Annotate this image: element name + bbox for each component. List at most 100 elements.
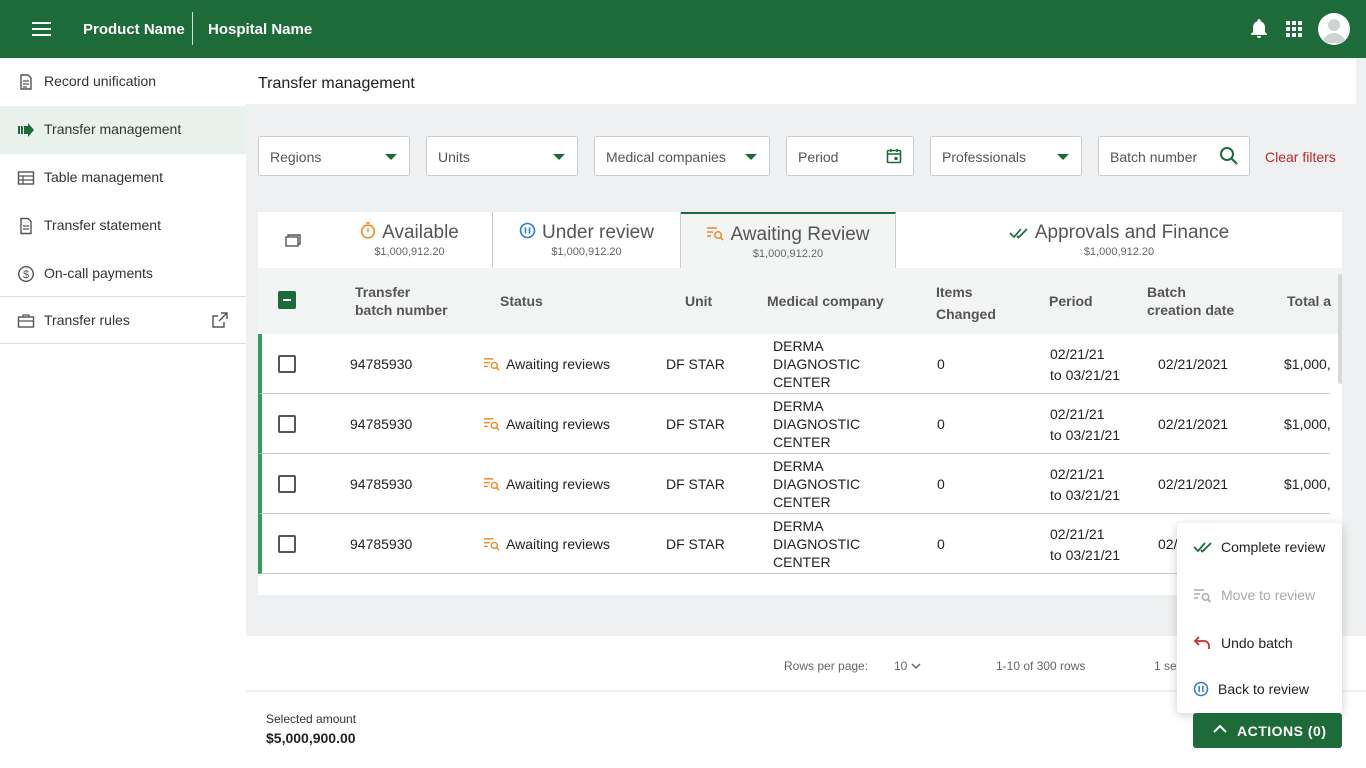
period-to: to 03/21/21: [1050, 487, 1121, 503]
transfer-arrow-icon: [18, 123, 34, 137]
sidebar-item-record-unification[interactable]: Record unification: [0, 58, 246, 106]
chevron-down-icon: [911, 663, 921, 670]
tab-all-batches[interactable]: [258, 212, 328, 268]
table-row[interactable]: 94785930 Awaiting reviews DF STAR DERMA DIAG…: [258, 394, 1331, 454]
regions-select[interactable]: Regions: [258, 136, 410, 176]
hospital-name[interactable]: Hospital Name: [208, 21, 312, 38]
clear-filters-link[interactable]: Clear filters: [1265, 149, 1336, 165]
dropdown-caret-icon: [745, 154, 757, 160]
calendar-icon[interactable]: [886, 148, 902, 164]
row-checkbox[interactable]: [278, 355, 296, 373]
period-cell: 02/21/21 to 03/21/21: [1050, 344, 1120, 386]
row-checkbox[interactable]: [278, 415, 296, 433]
status-cell: Awaiting reviews: [483, 415, 610, 433]
list-search-icon: [484, 538, 500, 551]
col-items-line2: Changed: [936, 306, 996, 322]
sidebar-item-label: Transfer management: [44, 121, 182, 137]
period-cell: 02/21/21 to 03/21/21: [1050, 464, 1120, 506]
col-items-line1: Items: [936, 284, 973, 300]
table-row[interactable]: 94785930 Awaiting reviews DF STAR DERMA DIAG…: [258, 514, 1330, 574]
creation-date-cell: 02/: [1158, 536, 1178, 552]
col-creation-line2: creation date: [1147, 302, 1235, 318]
back-to-review-menu-item[interactable]: Back to review: [1177, 669, 1342, 709]
status-text: Awaiting reviews: [506, 356, 611, 372]
unit-cell: DF STAR: [666, 536, 725, 552]
col-batch-number[interactable]: Transfer batch number: [355, 283, 448, 319]
rows-per-page-label: Rows per page:: [784, 659, 869, 673]
unit-cell: DF STAR: [666, 356, 725, 372]
creation-date-cell: 02/21/2021: [1158, 356, 1229, 372]
table-row[interactable]: 94785930 Awaiting reviews DF STAR DERMA DIAG…: [258, 454, 1331, 514]
regions-placeholder: Regions: [270, 149, 322, 165]
col-period[interactable]: Period: [1049, 292, 1093, 310]
sidebar-item-label: Transfer statement: [44, 217, 161, 233]
professionals-select[interactable]: Professionals: [930, 136, 1082, 176]
tab-awaiting-review-label: Awaiting Review: [730, 224, 870, 245]
sidebar-item-transfer-rules[interactable]: Transfer rules: [0, 296, 246, 344]
notification-bell-icon[interactable]: [1250, 19, 1268, 39]
undo-batch-menu-item[interactable]: Undo batch: [1177, 623, 1342, 663]
col-unit[interactable]: Unit: [685, 292, 712, 310]
sidebar-item-label: On-call payments: [44, 265, 153, 281]
sidebar-item-on-call-payments[interactable]: $ On-call payments: [0, 250, 246, 298]
complete-review-menu-item[interactable]: Complete review: [1177, 527, 1342, 567]
external-link-icon[interactable]: [212, 312, 228, 328]
tab-awaiting-review[interactable]: Awaiting Review $1,000,912.20: [681, 212, 896, 268]
col-creation-date[interactable]: Batch creation date: [1147, 283, 1234, 319]
table-row[interactable]: 94785930 Awaiting reviews DF STAR DERMA DIAG…: [258, 334, 1331, 394]
medical-companies-select[interactable]: Medical companies: [594, 136, 770, 176]
period-cell: 02/21/21 to 03/21/21: [1050, 404, 1120, 446]
company-line1: DERMA: [773, 338, 824, 354]
company-line3: CENTER: [773, 434, 831, 450]
batch-number-cell: 94785930: [350, 476, 413, 492]
row-checkbox[interactable]: [278, 535, 296, 553]
sidebar-item-transfer-management[interactable]: Transfer management: [0, 106, 246, 154]
professionals-placeholder: Professionals: [942, 149, 1027, 165]
top-app-bar: Product Name Hospital Name: [0, 0, 1366, 58]
batch-number-search[interactable]: Batch number: [1098, 136, 1250, 176]
col-items-changed[interactable]: Items Changed: [936, 281, 996, 325]
col-status[interactable]: Status: [500, 292, 543, 310]
tab-awaiting-review-amount: $1,000,912.20: [752, 248, 824, 260]
selected-amount-label: Selected amount: [266, 712, 357, 726]
tab-approvals-finance[interactable]: Approvals and Finance $1,000,912.20: [896, 212, 1342, 268]
briefcase-icon: [17, 314, 35, 328]
statement-icon: [20, 217, 32, 235]
row-checkbox[interactable]: [278, 475, 296, 493]
period-to: to 03/21/21: [1050, 367, 1121, 383]
col-batch-line2: batch number: [355, 302, 448, 318]
tab-available[interactable]: Available $1,000,912.20: [327, 212, 493, 268]
unit-cell: DF STAR: [666, 416, 725, 432]
sidebar-item-transfer-statement[interactable]: Transfer statement: [0, 202, 246, 250]
company-line3: CENTER: [773, 494, 831, 510]
hamburger-menu-icon[interactable]: [32, 22, 51, 36]
tab-approvals-label: Approvals and Finance: [1034, 222, 1230, 243]
user-avatar[interactable]: [1318, 13, 1350, 45]
col-total-amount[interactable]: Total a: [1287, 292, 1331, 310]
sidebar-item-label: Transfer rules: [44, 312, 130, 328]
tab-under-review[interactable]: Under review $1,000,912.20: [493, 212, 681, 268]
period-from: 02/21/21: [1050, 346, 1105, 362]
actions-button[interactable]: ACTIONS (0): [1193, 713, 1342, 748]
timer-icon: [361, 222, 376, 239]
items-changed-cell: 0: [937, 536, 945, 552]
stack-icon: [285, 234, 301, 247]
period-date-picker[interactable]: Period: [786, 136, 914, 176]
medical-company-cell: DERMA DIAGNOSTIC CENTER: [773, 517, 860, 571]
vertical-scrollbar[interactable]: [1338, 274, 1342, 384]
complete-review-label: Complete review: [1221, 539, 1326, 555]
batch-number-cell: 94785930: [350, 416, 413, 432]
undo-batch-label: Undo batch: [1221, 635, 1293, 651]
sidebar-item-table-management[interactable]: Table management: [0, 154, 246, 202]
apps-grid-icon[interactable]: [1286, 21, 1302, 37]
company-line1: DERMA: [773, 518, 824, 534]
select-all-checkbox[interactable]: [278, 291, 296, 309]
units-select[interactable]: Units: [426, 136, 578, 176]
col-medical-company[interactable]: Medical company: [767, 292, 884, 310]
tab-approvals-amount: $1,000,912.20: [1083, 246, 1155, 258]
period-placeholder: Period: [798, 149, 839, 165]
rows-per-page-select[interactable]: 10: [894, 659, 921, 673]
search-icon[interactable]: [1219, 146, 1239, 166]
medical-company-cell: DERMA DIAGNOSTIC CENTER: [773, 457, 860, 511]
company-line3: CENTER: [773, 554, 831, 570]
